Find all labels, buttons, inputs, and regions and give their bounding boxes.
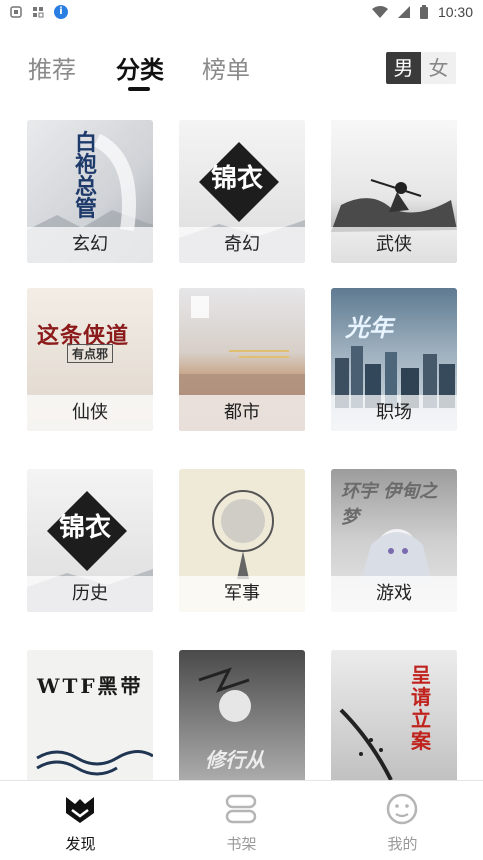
category-card-book-11[interactable]: 修行从 (179, 650, 305, 780)
tab-recommend[interactable]: 推荐 (28, 50, 76, 85)
category-card-book-12[interactable]: 呈请立案 (331, 650, 457, 780)
active-tab-indicator (128, 87, 150, 91)
cover-title: WTF黑带 (37, 674, 144, 698)
cover-title: 锦衣 (211, 164, 264, 194)
category-card-wuxia[interactable]: 武侠 (331, 120, 457, 263)
cover-title: 白袍总管 (75, 130, 98, 222)
info-icon: i (54, 5, 68, 19)
tab-category[interactable]: 分类 (116, 50, 164, 85)
category-card-xianxia[interactable]: 这条侠道 有点邪 仙侠 (27, 288, 153, 431)
battery-icon (419, 5, 428, 19)
category-label: 仙侠 (27, 395, 153, 431)
category-label: 历史 (27, 576, 153, 612)
cover-birds (339, 708, 393, 780)
bottom-nav-label: 我的 (387, 835, 418, 853)
category-card-youxi[interactable]: 环宇 伊甸之梦 游戏 (331, 469, 457, 612)
bottom-nav: 发现 书架 我的 (0, 780, 483, 860)
category-card-book-10[interactable]: WTF黑带 (27, 650, 153, 780)
category-label: 军事 (179, 576, 305, 612)
cover-title: 修行从 (205, 748, 265, 772)
category-label: 玄幻 (27, 227, 153, 263)
cover-subtitle: 有点邪 (67, 344, 114, 363)
bottom-nav-bookshelf[interactable]: 书架 (161, 781, 322, 860)
top-tab-bar: 推荐 分类 榜单 男 女 (0, 40, 483, 96)
category-card-zhichang[interactable]: 光年 职场 (331, 288, 457, 431)
category-card-xuanhuan[interactable]: 白袍总管 玄幻 (27, 120, 153, 263)
category-label: 游戏 (331, 576, 457, 612)
gender-male-button[interactable]: 男 (386, 52, 421, 84)
bookshelf-icon (225, 794, 257, 824)
notification-icon (10, 6, 22, 18)
category-card-dushi[interactable]: 都市 (179, 288, 305, 431)
wifi-icon (371, 6, 388, 18)
category-card-lishi[interactable]: 锦衣 历史 (27, 469, 153, 612)
signal-icon (397, 6, 410, 18)
gender-toggle[interactable]: 男 女 (386, 52, 456, 84)
bottom-nav-discover[interactable]: 发现 (0, 781, 161, 860)
category-card-junshi[interactable]: 军事 (179, 469, 305, 612)
clock: 10:30 (437, 4, 473, 20)
cover-title: 光年 (345, 313, 393, 342)
bottom-nav-label: 书架 (226, 835, 257, 853)
bottom-nav-label: 发现 (65, 835, 96, 853)
gender-female-button[interactable]: 女 (421, 52, 456, 84)
profile-icon (386, 793, 418, 825)
cover-title: 环宇 伊甸之梦 (341, 481, 438, 528)
tab-ranking[interactable]: 榜单 (202, 50, 250, 85)
category-label: 职场 (331, 395, 457, 431)
category-label: 奇幻 (179, 227, 305, 263)
discover-icon (66, 797, 94, 823)
bottom-nav-profile[interactable]: 我的 (322, 781, 483, 860)
category-label: 都市 (179, 395, 305, 431)
cover-title: 呈请立案 (411, 663, 431, 753)
cover-title: 锦衣 (59, 513, 112, 543)
category-grid: 白袍总管 玄幻 锦衣 奇幻 武侠 这条侠道 有点邪 仙侠 都市 光年 职场 锦衣… (0, 118, 483, 780)
grid-app-icon (33, 7, 44, 18)
category-card-qihuan[interactable]: 锦衣 奇幻 (179, 120, 305, 263)
status-bar: i 10:30 (0, 0, 483, 24)
category-label: 武侠 (331, 227, 457, 263)
